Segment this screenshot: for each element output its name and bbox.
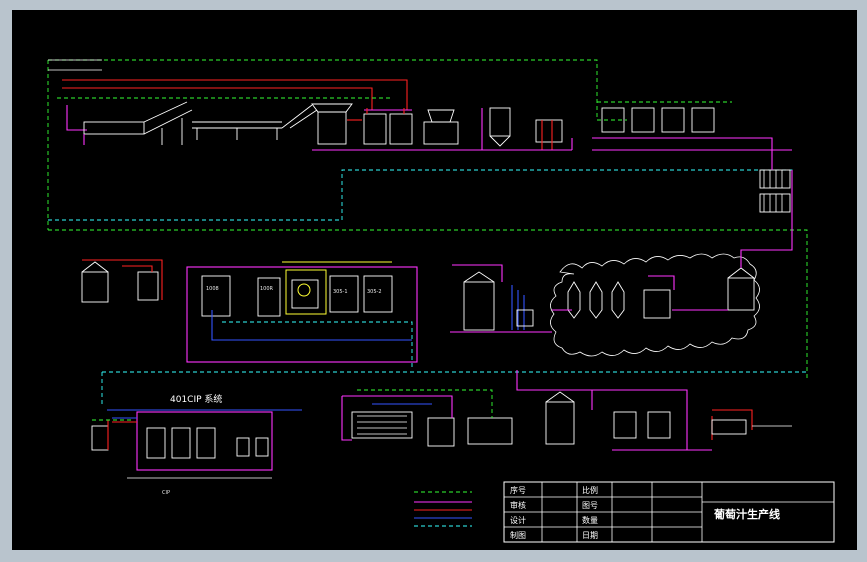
cip-section-title: 401CIP 系统 bbox=[170, 393, 222, 405]
tank-label-1: 1008 bbox=[206, 286, 219, 292]
title-block: 序号 比例 审核 图号 设计 数量 制图 日期 葡萄汁生产线 bbox=[503, 481, 835, 543]
enzyme-tanks bbox=[363, 108, 413, 145]
press-unit bbox=[423, 109, 459, 145]
cip-label: CIP bbox=[162, 490, 170, 496]
product-line-right bbox=[740, 170, 793, 268]
plate-coolers bbox=[759, 169, 791, 213]
product-line-1 bbox=[83, 108, 773, 170]
drawing-frame: 1008 100R 305-1 305-2 401CIP 系统 CIP 序号 比… bbox=[12, 10, 857, 550]
tb-row-2-left: 审核 bbox=[510, 500, 526, 510]
drawing-title: 葡萄汁生产线 bbox=[713, 507, 780, 521]
washing-conveyor bbox=[83, 101, 318, 145]
tank-label-3: 305-1 bbox=[333, 289, 348, 295]
crusher-unit bbox=[311, 103, 362, 145]
evaporator-column bbox=[450, 264, 552, 333]
cip-system: 401CIP 系统 CIP bbox=[91, 393, 302, 496]
tank-label-2: 100R bbox=[260, 286, 274, 292]
aseptic-tanks bbox=[516, 370, 792, 451]
settling-tanks bbox=[489, 107, 563, 150]
tb-row-4-left: 制图 bbox=[510, 530, 526, 540]
tb-row-3-left: 设计 bbox=[510, 515, 526, 525]
filling-area bbox=[341, 389, 513, 447]
hot-water-loop-left bbox=[82, 259, 163, 300]
tb-row-1-right: 比例 bbox=[582, 485, 598, 495]
tank-label-4: 305-2 bbox=[367, 289, 382, 295]
tb-row-2-right: 图号 bbox=[582, 501, 598, 510]
tb-row-1-left: 序号 bbox=[510, 485, 526, 495]
mid-tanks: 1008 100R 305-1 305-2 bbox=[201, 261, 393, 317]
storage-tank-left bbox=[81, 261, 159, 303]
process-flow-diagram: 1008 100R 305-1 305-2 401CIP 系统 CIP 序号 比… bbox=[47, 59, 835, 543]
tb-row-3-right: 数量 bbox=[582, 515, 598, 525]
holding-tanks-row bbox=[592, 101, 792, 151]
filter-vessels bbox=[552, 267, 755, 319]
line-legend bbox=[414, 491, 472, 527]
tb-row-4-right: 日期 bbox=[582, 531, 598, 540]
